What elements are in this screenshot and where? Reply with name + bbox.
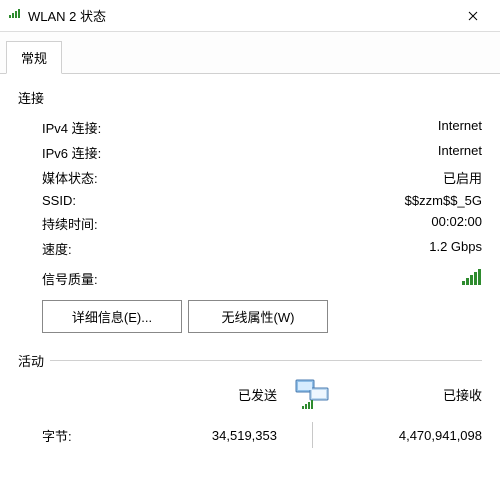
tab-general[interactable]: 常规: [6, 41, 62, 74]
separator: [312, 422, 313, 448]
row-ipv6: IPv6 连接:Internet: [42, 140, 482, 165]
row-duration: 持续时间:00:02:00: [42, 211, 482, 236]
connection-rows: IPv4 连接:Internet IPv6 连接:Internet 媒体状态:已…: [18, 111, 482, 265]
details-button[interactable]: 详细信息(E)...: [42, 300, 182, 333]
activity-bytes-row: 字节: 34,519,353 4,470,941,098: [18, 416, 482, 452]
row-ssid: SSID:$$zzm$$_5G: [42, 190, 482, 211]
divider: [50, 360, 482, 361]
signal-label: 信号质量:: [42, 269, 98, 288]
tabstrip: 常规: [0, 32, 500, 74]
section-activity-header: 活动: [18, 351, 482, 370]
row-media: 媒体状态:已启用: [42, 165, 482, 190]
window-title: WLAN 2 状态: [28, 6, 450, 25]
bytes-label: 字节:: [42, 426, 142, 445]
received-label: 已接收: [347, 385, 482, 404]
titlebar: WLAN 2 状态: [0, 0, 500, 32]
section-activity-label: 活动: [18, 351, 44, 370]
section-connection-label: 连接: [18, 91, 44, 106]
row-ipv4: IPv4 连接:Internet: [42, 115, 482, 140]
row-signal: 信号质量:: [18, 265, 482, 298]
activity-header-row: 已发送 已接收: [18, 370, 482, 416]
sent-label: 已发送: [142, 385, 277, 404]
network-activity-icon: [277, 376, 347, 412]
wireless-properties-button[interactable]: 无线属性(W): [188, 300, 328, 333]
row-speed: 速度:1.2 Gbps: [42, 236, 482, 261]
section-connection-header: 连接: [18, 88, 482, 107]
button-row: 详细信息(E)... 无线属性(W): [18, 298, 482, 347]
received-bytes: 4,470,941,098: [347, 428, 482, 443]
wifi-icon: [8, 6, 22, 25]
close-button[interactable]: [450, 0, 496, 32]
signal-bars-icon: [462, 269, 482, 288]
panel-general: 连接 IPv4 连接:Internet IPv6 连接:Internet 媒体状…: [0, 74, 500, 462]
sent-bytes: 34,519,353: [142, 428, 277, 443]
